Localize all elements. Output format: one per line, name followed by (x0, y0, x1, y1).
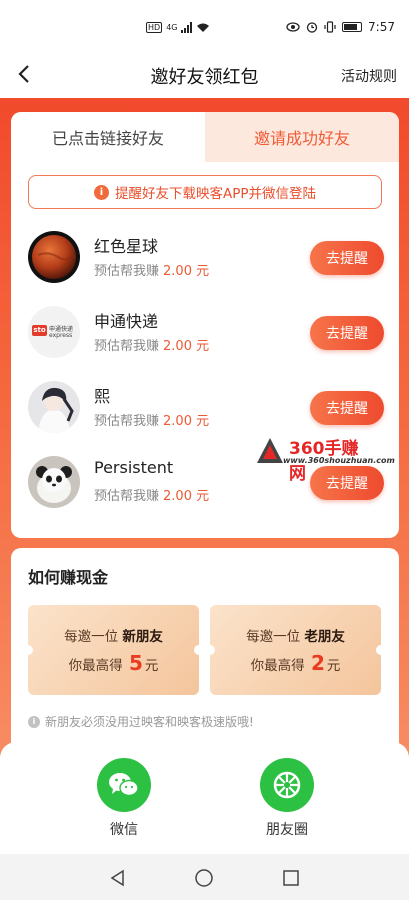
how-to-earn-card: 如何赚现金 每邀一位 新朋友 你最高得 5元 每邀一位 老朋友 你最高得 2元 … (11, 548, 399, 758)
new-friend-coupon: 每邀一位 新朋友 你最高得 5元 (23, 605, 204, 695)
watermark: 360手赚网 www.360shouzhuan.com (255, 434, 395, 484)
remind-button[interactable]: 去提醒 (310, 316, 384, 350)
system-nav-bar (0, 854, 409, 900)
rules-link[interactable]: 活动规则 (341, 66, 397, 86)
earn-amount: 2.00 元 (163, 489, 210, 504)
square-recents-icon (283, 870, 299, 886)
friend-row: 熙 预估帮我赚 2.00 元 去提醒 (28, 381, 384, 435)
hd-badge: HD (146, 22, 163, 33)
earn-amount: 2.00 元 (163, 414, 210, 429)
tab-successful-friends[interactable]: 邀请成功好友 (205, 112, 399, 162)
friend-name: 申通快递 (94, 312, 159, 331)
earn-amount: 2.00 元 (163, 339, 210, 354)
friend-row: sto 申通快递 express 申通快递 预估帮我赚 2.00 元 去提醒 (28, 306, 384, 360)
friend-earn: 预估帮我赚 2.00 元 (94, 414, 210, 429)
wifi-icon (197, 23, 210, 32)
share-moments-button[interactable]: 朋友圈 (247, 758, 327, 839)
avatar-anime-person (28, 381, 80, 433)
status-bar: HD 4G 7:57 (0, 0, 409, 50)
remind-button[interactable]: 去提醒 (310, 241, 384, 275)
signal-icon (181, 22, 193, 33)
remind-banner: i 提醒好友下载映客APP并微信登陆 (28, 175, 382, 209)
sto-logo-sub: express (49, 332, 73, 339)
remind-button[interactable]: 去提醒 (310, 391, 384, 425)
share-wechat-button[interactable]: 微信 (84, 758, 164, 839)
nav-recents-button[interactable] (280, 867, 302, 889)
vibrate-icon (324, 21, 336, 33)
nav-home-button[interactable] (193, 867, 215, 889)
share-moments-label: 朋友圈 (266, 822, 308, 838)
alarm-icon (306, 22, 318, 33)
moments-icon (260, 758, 314, 812)
eye-icon (286, 22, 300, 32)
new-friend-amount: 5 (128, 651, 143, 675)
watermark-logo-icon (257, 438, 283, 463)
friend-name: 红色星球 (94, 237, 159, 256)
remind-banner-text: 提醒好友下载映客APP并微信登陆 (114, 186, 317, 202)
friend-earn: 预估帮我赚 2.00 元 (94, 489, 210, 504)
friend-earn: 预估帮我赚 2.00 元 (94, 339, 210, 354)
avatar-sto-express: sto 申通快递 express (28, 306, 80, 358)
nav-bar: 邀好友领红包 活动规则 (0, 50, 409, 98)
share-sheet: 微信 朋友圈 (0, 742, 409, 854)
old-friend-coupon: 每邀一位 老朋友 你最高得 2元 (205, 605, 386, 695)
tab-clicked-friends[interactable]: 已点击链接好友 (11, 112, 205, 162)
earn-note: i 新朋友必须没用过映客和映客极速版哦! (28, 713, 254, 730)
status-time: 7:57 (368, 20, 395, 34)
friend-row: 红色星球 预估帮我赚 2.00 元 去提醒 (28, 231, 384, 285)
old-friend-type: 老朋友 (304, 629, 345, 645)
sto-logo-mark: sto (32, 325, 47, 336)
battery-icon (342, 22, 363, 32)
friend-name: Persistent (94, 458, 174, 477)
status-right: 7:57 (286, 20, 395, 34)
nav-back-button[interactable] (107, 867, 129, 889)
friend-name: 熙 (94, 387, 111, 406)
wechat-icon (97, 758, 151, 812)
old-friend-amount: 2 (310, 651, 325, 675)
earn-amount: 2.00 元 (163, 264, 210, 279)
earn-title: 如何赚现金 (28, 568, 109, 587)
new-friend-type: 新朋友 (122, 629, 163, 645)
friend-earn: 预估帮我赚 2.00 元 (94, 264, 210, 279)
avatar-panda-bear (28, 456, 80, 508)
avatar-red-planet (28, 231, 80, 283)
info-icon: i (93, 184, 109, 200)
network-type: 4G (166, 23, 178, 32)
info-icon: i (28, 715, 40, 728)
watermark-url: www.360shouzhuan.com (283, 456, 395, 465)
circle-home-icon (195, 869, 213, 887)
status-left: HD 4G (146, 22, 210, 33)
tab-bar: 已点击链接好友 邀请成功好友 (11, 112, 399, 162)
share-wechat-label: 微信 (110, 822, 138, 838)
triangle-back-icon (110, 869, 124, 887)
